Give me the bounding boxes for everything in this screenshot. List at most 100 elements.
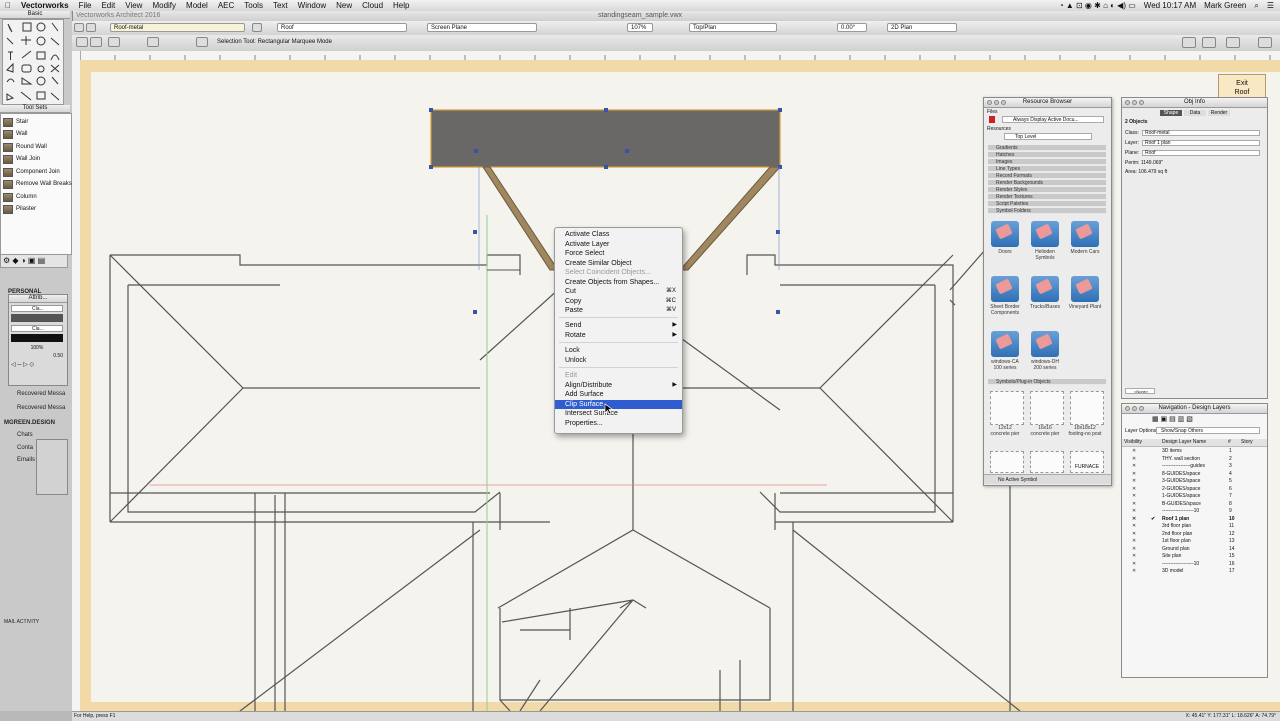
menu-item-intersect-surface[interactable]: Intersect Surface <box>555 409 682 419</box>
layer-options-button[interactable] <box>252 23 262 32</box>
menu-item-properties[interactable]: Properties... <box>555 419 682 429</box>
menu-window[interactable]: Window <box>293 1 331 10</box>
navigation-toolbar-icons[interactable]: ▦ ▣ ▤ ▥ ▧ <box>1152 415 1222 423</box>
app-menu[interactable]: Vectorworks <box>16 1 74 10</box>
section-render-textures[interactable]: Render Textures <box>988 194 1106 200</box>
layer-row[interactable]: ✕ 3rd floor plan 11 <box>1122 523 1267 531</box>
gear-icon[interactable] <box>1202 37 1216 48</box>
layer-row[interactable]: ✕ 2nd floor plan 12 <box>1122 531 1267 539</box>
menu-item-activate-class[interactable]: Activate Class <box>555 230 682 240</box>
resources-dropdown[interactable]: Top Level <box>1004 133 1092 140</box>
visibility-toggle-icon[interactable]: ✕ <box>1132 448 1136 456</box>
section-record-formats[interactable]: Record Formats <box>988 173 1106 179</box>
section-symbol-folders[interactable]: Symbol Folders <box>988 208 1106 214</box>
section-gradients[interactable]: Gradients <box>988 145 1106 151</box>
layer-row[interactable]: ✕ ✔ Roof 1 plan 10 <box>1122 516 1267 524</box>
sidebar-contacts[interactable]: Conta <box>17 445 33 451</box>
menu-edit[interactable]: Edit <box>96 1 120 10</box>
search-icon[interactable]: ⌕ <box>1254 1 1258 11</box>
visibility-toggle-icon[interactable]: ✕ <box>1132 561 1136 569</box>
layer-row[interactable]: ✕ -----------------guides 3 <box>1122 463 1267 471</box>
line-weight-value[interactable]: 0.50 <box>11 353 63 359</box>
tab-shape[interactable]: Shape <box>1160 110 1182 116</box>
menu-cloud[interactable]: Cloud <box>357 1 388 10</box>
tab-data[interactable]: Data <box>1184 110 1206 116</box>
rect-marquee-button[interactable] <box>147 37 159 47</box>
palette-window-controls[interactable] <box>987 100 1006 105</box>
layer-row[interactable]: ✕ 3D items 1 <box>1122 448 1267 456</box>
status-icons[interactable]: ◔ ▲ ⊡ ◉ ✱ ⌂ ◐ ◀) ▭ <box>1059 1 1136 10</box>
toolset-item-component-join[interactable]: Component Join <box>3 166 60 178</box>
tab-render[interactable]: Render <box>1208 110 1230 116</box>
toolset-item-pilaster[interactable]: Pilaster <box>3 203 36 215</box>
col-layer-name[interactable]: Design Layer Name <box>1162 439 1206 445</box>
toolset-item-wall-join[interactable]: Wall Join <box>3 153 40 165</box>
visibility-toggle-icon[interactable]: ✕ <box>1132 478 1136 486</box>
menu-help[interactable]: Help <box>388 1 414 10</box>
visibility-toggle-icon[interactable]: ✕ <box>1132 471 1136 479</box>
plane-field[interactable]: Roof <box>1142 150 1260 156</box>
visibility-toggle-icon[interactable]: ✕ <box>1132 546 1136 554</box>
toolset-icons[interactable]: ⚙ ◆ ◑ ▣ ▤ <box>1 256 45 265</box>
menu-new[interactable]: New <box>331 1 357 10</box>
sidebar-chats[interactable]: Chats <box>17 432 33 438</box>
user-name[interactable]: Mark Green <box>1204 1 1246 10</box>
visibility-toggle-icon[interactable]: ✕ <box>1132 568 1136 576</box>
basic-tools-icons[interactable] <box>3 20 63 104</box>
lasso-mode-button[interactable] <box>108 37 120 47</box>
class-field[interactable]: Roof-metal <box>1142 130 1260 136</box>
menu-text[interactable]: Text <box>268 1 293 10</box>
symbol-thumb[interactable] <box>1030 391 1064 425</box>
symbol-folder-doors[interactable]: Doors <box>988 221 1022 255</box>
menu-item-unlock[interactable]: Unlock <box>555 356 682 366</box>
section-script-palettes[interactable]: Script Palettes <box>988 201 1106 207</box>
menu-item-copy[interactable]: Copy ⌘C <box>555 297 682 307</box>
layer-field[interactable]: Roof 1 plan <box>1142 140 1260 146</box>
symbol-folder-helioden[interactable]: Helioden Symbols <box>1028 221 1062 261</box>
menu-item-lock[interactable]: Lock <box>555 346 682 356</box>
col-visibility[interactable]: Visibility <box>1124 439 1142 445</box>
plane-dropdown[interactable]: Screen Plane <box>427 23 537 32</box>
section-line-types[interactable]: Line Types <box>988 166 1106 172</box>
layer-row[interactable]: ✕ 8-GUIDES/space 4 <box>1122 471 1267 479</box>
sidebar-emails[interactable]: Emails <box>17 457 35 463</box>
layer-row[interactable]: ✕ -------------------10 9 <box>1122 508 1267 516</box>
symbol-folder-windows-ca[interactable]: windows-CA 100 series <box>988 331 1022 371</box>
symbol-thumb[interactable] <box>1030 451 1064 473</box>
menu-file[interactable]: File <box>74 1 97 10</box>
visibility-toggle-icon[interactable]: ✕ <box>1132 531 1136 539</box>
forward-button[interactable] <box>86 23 96 32</box>
obj-info-footer-field[interactable]: <None> <box>1125 388 1155 394</box>
section-hatches[interactable]: Hatches <box>988 152 1106 158</box>
menu-item-activate-layer[interactable]: Activate Layer <box>555 240 682 250</box>
snap-palette[interactable] <box>36 439 68 495</box>
menu-item-add-surface[interactable]: Add Surface <box>555 390 682 400</box>
symbol-folder-sheet-border[interactable]: Sheet Border Components <box>988 276 1022 316</box>
toolset-icon-strip[interactable]: ⚙ ◆ ◑ ▣ ▤ <box>0 254 68 268</box>
toolset-item-round-wall[interactable]: Round Wall <box>3 141 47 153</box>
visibility-toggle-icon[interactable]: ✕ <box>1132 456 1136 464</box>
toolset-item-remove-wall-breaks[interactable]: Remove Wall Breaks <box>3 178 72 190</box>
layer-row[interactable]: ✕ 3-GUIDES/space 5 <box>1122 478 1267 486</box>
symbol-18x18-footing[interactable]: 18x18x12 footing-no post <box>1068 425 1102 437</box>
apple-menu-icon[interactable]:  <box>0 1 16 10</box>
visibility-toggle-icon[interactable]: ✕ <box>1132 486 1136 494</box>
section-plugin-objects[interactable]: Symbols/Plug-in Objects <box>988 379 1106 385</box>
visibility-toggle-icon[interactable]: ✕ <box>1132 501 1136 509</box>
pen-swatch[interactable] <box>11 334 63 342</box>
symbol-12x12-pier[interactable]: 12x12 concrete pier <box>988 425 1022 437</box>
section-images[interactable]: Images <box>988 159 1106 165</box>
menu-item-align-distribute[interactable]: Align/Distribute ▶ <box>555 381 682 391</box>
list-icon[interactable]: ☰ <box>1267 1 1274 10</box>
toolset-item-wall[interactable]: Wall <box>3 128 27 140</box>
visibility-toggle-icon[interactable]: ✕ <box>1132 516 1136 524</box>
visibility-toggle-icon[interactable]: ✕ <box>1132 493 1136 501</box>
symbol-folder-modern-cars[interactable]: Modern Cars <box>1068 221 1102 255</box>
layer-options-dropdown[interactable]: Show/Snap Others <box>1156 427 1260 434</box>
clock[interactable]: Wed 10:17 AM <box>1144 1 1196 10</box>
select-mode-button[interactable] <box>76 37 88 47</box>
menu-aec[interactable]: AEC <box>213 1 239 10</box>
opacity-value[interactable]: 100% <box>11 345 63 351</box>
section-render-styles[interactable]: Render Styles <box>988 187 1106 193</box>
visibility-toggle-icon[interactable]: ✕ <box>1132 463 1136 471</box>
